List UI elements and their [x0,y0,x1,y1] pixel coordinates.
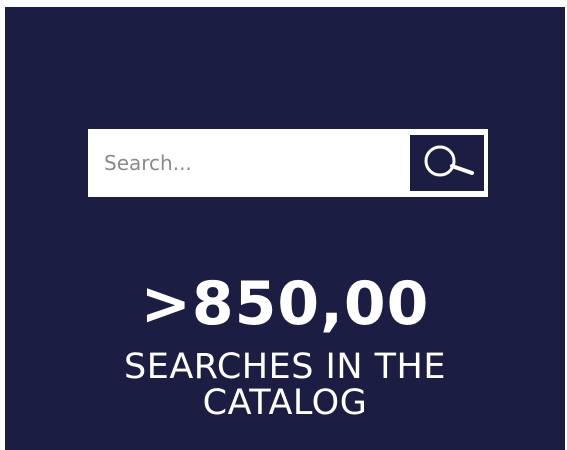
catalog-search-panel: >850,00 SEARCHES IN THE CATALOG [5,7,565,450]
search-box [88,129,488,197]
search-button[interactable] [410,135,484,191]
stat-caption: SEARCHES IN THE CATALOG [123,347,446,423]
search-input[interactable] [88,129,406,197]
search-icon [424,145,474,177]
stat-value: >850,00 [140,269,430,339]
